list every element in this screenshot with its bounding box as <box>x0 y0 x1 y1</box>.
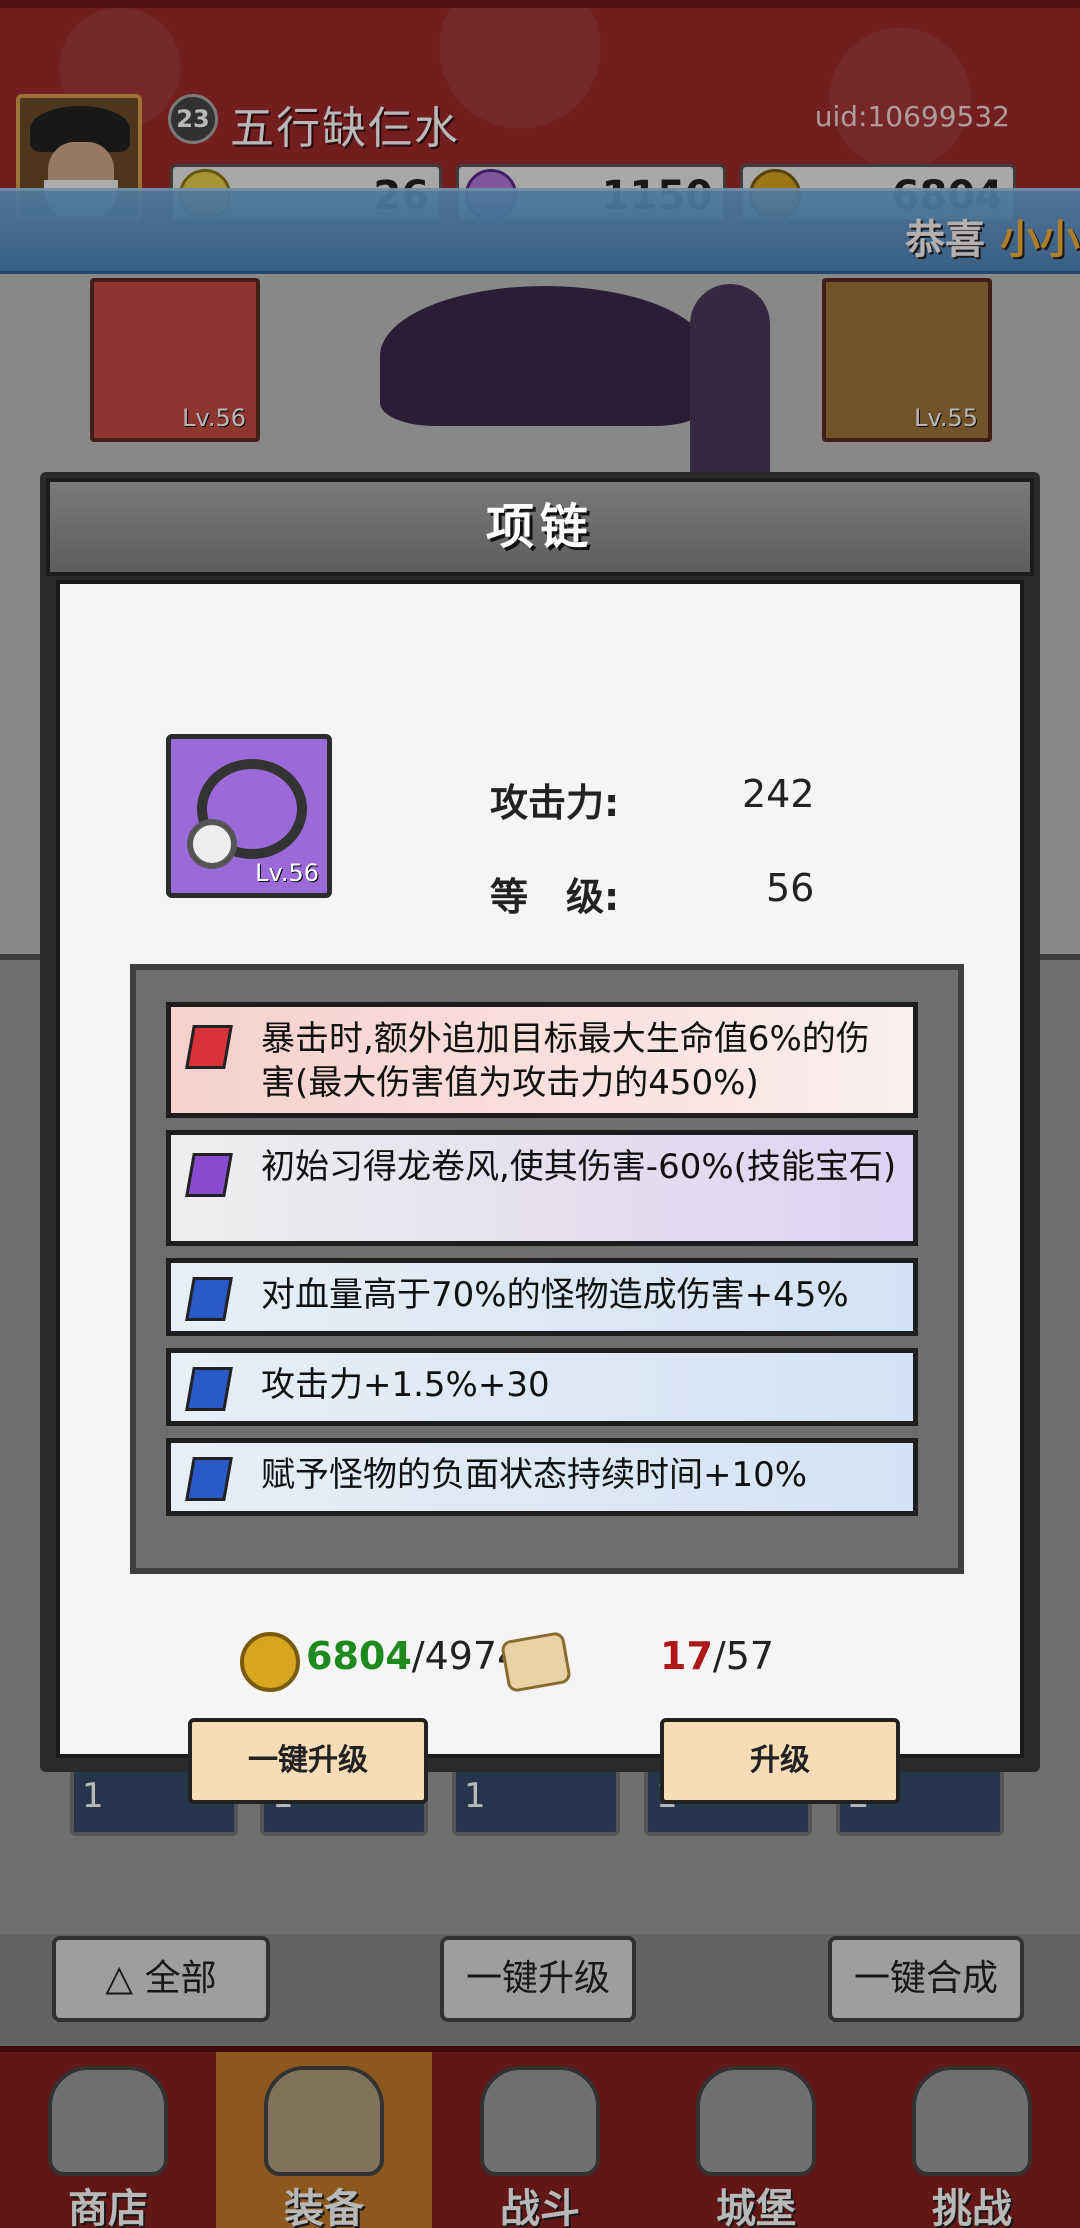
scroll-icon <box>499 1630 573 1694</box>
attribute-text: 初始习得龙卷风,使其伤害-60%(技能宝石) <box>261 1147 897 1187</box>
attribute-row-blue-2: 攻击力+1.5%+30 <box>166 1348 918 1426</box>
blue-gem-icon <box>185 1277 233 1321</box>
level-label: 等 级: <box>490 875 620 919</box>
attribute-text: 对血量高于70%的怪物造成伤害+45% <box>261 1275 849 1315</box>
attribute-panel: 暴击时,额外追加目标最大生命值6%的伤害(最大伤害值为攻击力的450%) 初始习… <box>130 964 964 1574</box>
modal-title-bar: 项链 <box>46 478 1034 576</box>
scroll-need: /57 <box>712 1634 775 1678</box>
modal-body: Lv.56 攻击力: 242 等 级: 56 暴击时,额外追加目标最大生命值6%… <box>56 580 1024 1804</box>
attack-value: 242 <box>742 772 815 816</box>
attribute-text: 暴击时,额外追加目标最大生命值6%的伤害(最大伤害值为攻击力的450%) <box>261 1019 870 1103</box>
attribute-row-blue-3: 赋予怪物的负面状态持续时间+10% <box>166 1438 918 1516</box>
attribute-text: 赋予怪物的负面状态持续时间+10% <box>261 1455 808 1495</box>
attribute-text: 攻击力+1.5%+30 <box>261 1365 550 1405</box>
level-value: 56 <box>766 866 815 910</box>
blue-gem-icon <box>185 1457 233 1501</box>
upgrade-all-button[interactable]: 一键升级 <box>188 1718 428 1804</box>
red-gem-icon <box>185 1025 233 1069</box>
modal-title: 项链 <box>485 499 594 555</box>
item-detail-modal: 项链 Lv.56 攻击力: 242 等 级: 56 暴击时,额外追加目标最大生命… <box>40 472 1040 1804</box>
attribute-row-red: 暴击时,额外追加目标最大生命值6%的伤害(最大伤害值为攻击力的450%) <box>166 1002 918 1118</box>
blue-gem-icon <box>185 1367 233 1411</box>
purple-gem-icon <box>185 1153 233 1197</box>
gold-have: 6804 <box>306 1634 412 1678</box>
gold-coin-icon <box>240 1632 300 1692</box>
gold-cost: 6804/4974 <box>306 1634 521 1678</box>
scroll-cost: 17/57 <box>660 1634 774 1678</box>
attribute-row-purple: 初始习得龙卷风,使其伤害-60%(技能宝石) <box>166 1130 918 1246</box>
scroll-have: 17 <box>660 1634 713 1678</box>
upgrade-button[interactable]: 升级 <box>660 1718 900 1804</box>
item-level: Lv.56 <box>255 859 319 887</box>
necklace-icon: Lv.56 <box>166 734 332 898</box>
attack-label: 攻击力: <box>490 781 620 825</box>
necklace-pendant <box>187 819 237 869</box>
attribute-row-blue-1: 对血量高于70%的怪物造成伤害+45% <box>166 1258 918 1336</box>
